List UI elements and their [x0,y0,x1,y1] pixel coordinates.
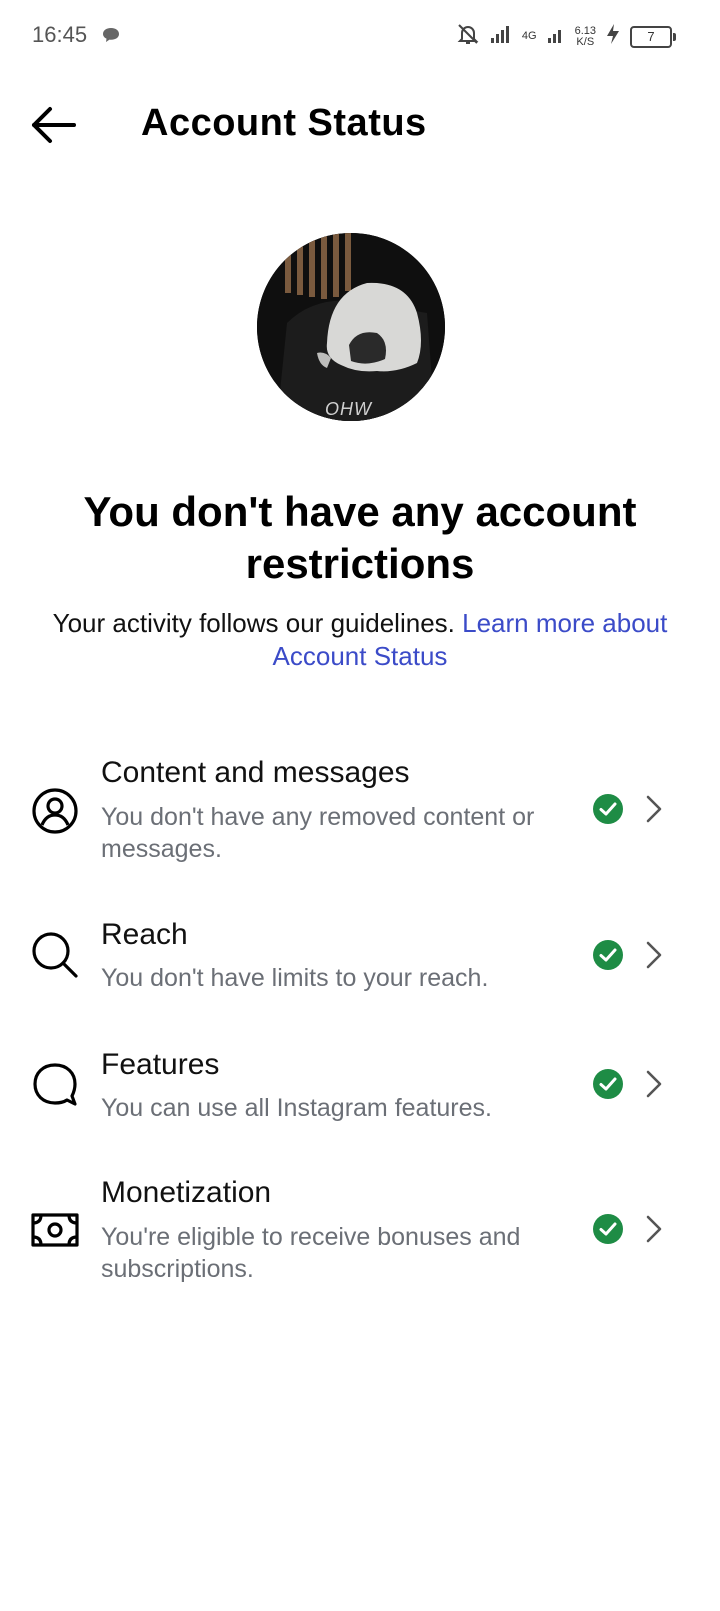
signal-icon [490,24,512,49]
status-description: Your activity follows our guidelines. Le… [40,607,680,673]
list-item-content-and-messages[interactable]: Content and messages You don't have any … [0,748,720,878]
signal-icon-2 [547,24,565,49]
money-icon [30,1205,80,1255]
chevron-right-icon [642,793,666,825]
status-bar: 16:45 4G 6.13 K/S 7 [0,0,720,70]
chevron-right-icon [642,939,666,971]
item-subtitle: You don't have limits to your reach. [101,964,489,992]
item-title: Content and messages [101,756,410,789]
network-speed: 6.13 K/S [575,25,596,48]
chevron-right-icon [642,1213,666,1245]
check-circle-icon [592,793,624,825]
header: Account Status [0,90,720,160]
message-notification-icon [102,27,120,48]
user-circle-icon [30,786,80,836]
avatar-caption: OHW [325,399,372,419]
arrow-left-icon [32,107,76,143]
status-time: 16:45 [32,22,88,47]
check-circle-icon [592,1213,624,1245]
list-item-features[interactable]: Features You can use all Instagram featu… [0,1042,720,1142]
item-title: Features [101,1048,220,1081]
status-headline: You don't have any account restrictions [83,488,637,587]
page-title: Account Status [141,102,427,144]
item-title: Reach [101,918,188,951]
item-subtitle: You can use all Instagram features. [101,1094,492,1122]
item-subtitle: You're eligible to receive bonuses and s… [101,1223,521,1283]
avatar: OHW [257,233,445,421]
list-item-reach[interactable]: Reach You don't have limits to your reac… [0,912,720,1012]
speed-unit: K/S [576,35,595,48]
check-circle-icon [592,939,624,971]
battery-icon: 7 [630,25,676,48]
chevron-right-icon [642,1068,666,1100]
charging-icon [606,23,620,50]
notifications-off-icon [456,22,480,51]
guidelines-text: Your activity follows our guidelines. [52,608,455,638]
check-circle-icon [592,1068,624,1100]
status-icons: 4G 6.13 K/S 7 [456,22,676,51]
list-item-monetization[interactable]: Monetization You're eligible to receive … [0,1170,720,1300]
chat-bubble-icon [30,1060,80,1110]
item-subtitle: You don't have any removed content or me… [101,803,535,863]
search-icon [30,930,80,980]
back-button[interactable] [28,102,80,148]
item-title: Monetization [101,1176,272,1209]
network-type: 4G [521,30,537,42]
